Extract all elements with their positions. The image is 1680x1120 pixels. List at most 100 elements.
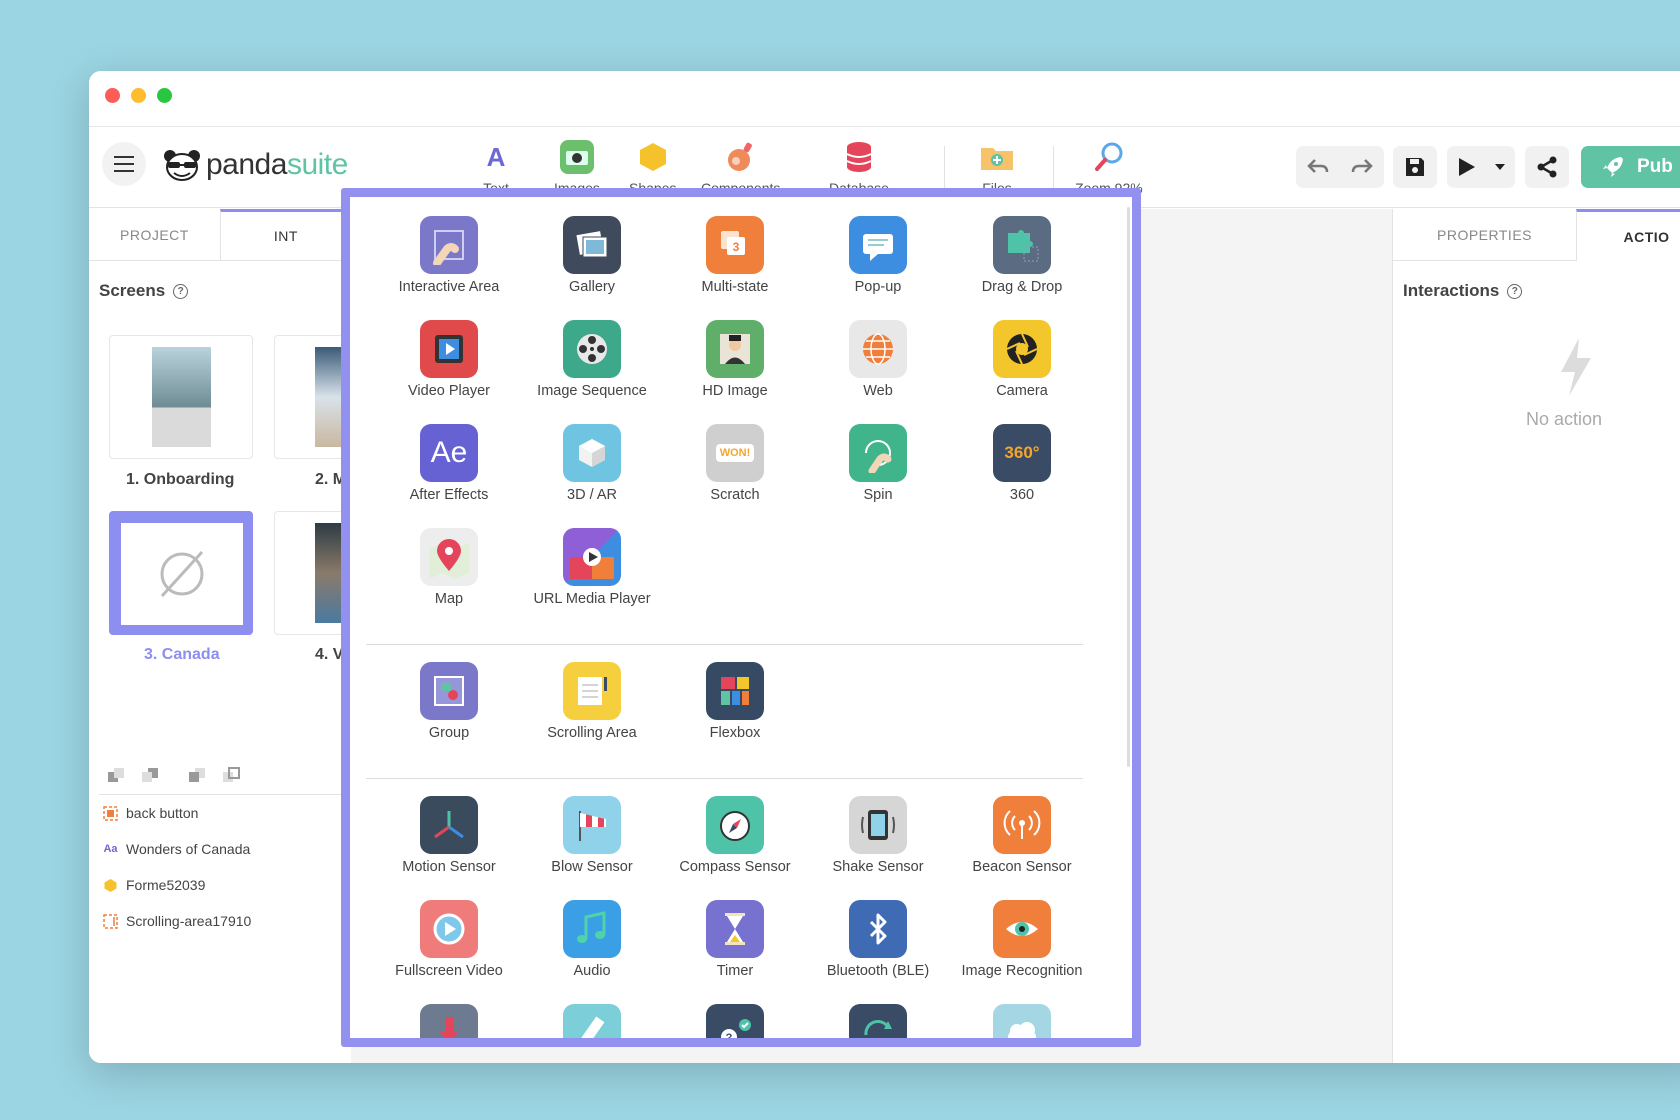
component-360[interactable]: 360° 360 <box>947 424 1097 503</box>
layer-item[interactable]: Scrolling-area17910 <box>103 913 251 929</box>
component-url-media-player[interactable]: URL Media Player <box>517 528 667 607</box>
flexbox-icon <box>706 662 764 720</box>
pencil-icon <box>563 1004 621 1038</box>
save-button[interactable] <box>1393 146 1437 188</box>
bring-forward-icon[interactable] <box>188 767 206 783</box>
bluetooth-icon <box>849 900 907 958</box>
share-button[interactable] <box>1525 146 1569 188</box>
component-drag-and-drop[interactable]: Drag & Drop <box>947 216 1097 295</box>
component-group[interactable]: Group <box>374 662 524 741</box>
component-label: Pop-up <box>854 279 902 295</box>
component-label: Web <box>863 383 893 399</box>
component-scratch[interactable]: WON! Scratch <box>660 424 810 503</box>
minimize-window-button[interactable] <box>131 88 146 103</box>
component-fullscreen-video[interactable]: Fullscreen Video <box>374 900 524 979</box>
components-popup: Interactive Area Gallery 3 Multi-state P… <box>341 188 1141 1047</box>
send-to-back-icon[interactable] <box>107 767 125 783</box>
layer-item[interactable]: Forme52039 <box>103 877 205 893</box>
component-camera[interactable]: Camera <box>947 320 1097 399</box>
component-video-player[interactable]: Video Player <box>374 320 524 399</box>
screen-preview-image <box>152 347 211 447</box>
component-label: 3D / AR <box>567 487 617 503</box>
screen-thumb-onboarding[interactable] <box>109 335 253 459</box>
component-timer[interactable]: Timer <box>660 900 810 979</box>
component-partial-4[interactable] <box>803 1004 953 1038</box>
logo-part-suite: suite <box>286 148 348 181</box>
film-reel-icon <box>563 320 621 378</box>
chevron-down-icon[interactable] <box>1494 163 1506 171</box>
close-window-button[interactable] <box>105 88 120 103</box>
help-icon[interactable]: ? <box>173 283 189 299</box>
layer-item[interactable]: back button <box>103 805 198 821</box>
component-after-effects[interactable]: Ae After Effects <box>374 424 524 503</box>
component-3d-ar[interactable]: 3D / AR <box>517 424 667 503</box>
tab-interactions[interactable]: INT <box>219 209 351 260</box>
tab-project[interactable]: PROJECT <box>89 209 220 260</box>
component-interactive-area[interactable]: Interactive Area <box>374 216 524 295</box>
component-partial-1[interactable] <box>374 1004 524 1038</box>
download-icon <box>420 1004 478 1038</box>
music-note-icon <box>563 900 621 958</box>
menu-line-icon <box>114 163 134 165</box>
interactions-header: Interactions ? <box>1393 261 1532 301</box>
publish-button[interactable]: Pub <box>1581 146 1680 188</box>
menu-button[interactable] <box>102 142 146 186</box>
component-bluetooth[interactable]: Bluetooth (BLE) <box>803 900 953 979</box>
component-hd-image[interactable]: HD Image <box>660 320 810 399</box>
component-label: Map <box>434 591 464 607</box>
scratch-card-text: WON! <box>715 444 755 462</box>
component-motion-sensor[interactable]: Motion Sensor <box>374 796 524 875</box>
text-layer-icon: Aa <box>103 843 118 855</box>
component-audio[interactable]: Audio <box>517 900 667 979</box>
component-blow-sensor[interactable]: Blow Sensor <box>517 796 667 875</box>
component-scrolling-area[interactable]: Scrolling Area <box>517 662 667 741</box>
component-gallery[interactable]: Gallery <box>517 216 667 295</box>
component-label: After Effects <box>409 487 489 503</box>
component-compass-sensor[interactable]: Compass Sensor <box>660 796 810 875</box>
undo-icon[interactable] <box>1307 158 1329 176</box>
popup-scrollbar[interactable] <box>1127 207 1130 767</box>
maximize-window-button[interactable] <box>157 88 172 103</box>
section-divider <box>366 644 1083 645</box>
component-pop-up[interactable]: Pop-up <box>803 216 953 295</box>
component-label: URL Media Player <box>533 591 651 607</box>
interactive-area-icon <box>420 216 478 274</box>
help-icon[interactable]: ? <box>1507 283 1523 299</box>
screen-thumb-canada[interactable] <box>109 511 253 635</box>
spin-icon <box>849 424 907 482</box>
component-map[interactable]: Map <box>374 528 524 607</box>
bring-to-front-icon[interactable] <box>222 767 240 783</box>
component-partial-5[interactable] <box>947 1004 1097 1038</box>
component-label: Gallery <box>569 279 615 295</box>
component-partial-2[interactable] <box>517 1004 667 1038</box>
component-web[interactable]: Web <box>803 320 953 399</box>
component-image-recognition[interactable]: Image Recognition <box>947 900 1097 979</box>
layer-item[interactable]: Aa Wonders of Canada <box>103 841 250 857</box>
component-spin[interactable]: Spin <box>803 424 953 503</box>
no-action-text: No action <box>1526 409 1603 429</box>
component-multi-state[interactable]: 3 Multi-state <box>660 216 810 295</box>
redo-icon[interactable] <box>1351 158 1373 176</box>
screens-title: Screens <box>99 281 166 300</box>
play-icon <box>1459 158 1475 176</box>
map-pin-icon <box>420 528 478 586</box>
component-beacon-sensor[interactable]: Beacon Sensor <box>947 796 1097 875</box>
screen-label: 1. Onboarding <box>126 471 235 488</box>
toolbar-divider <box>944 146 945 190</box>
component-image-sequence[interactable]: Image Sequence <box>517 320 667 399</box>
refresh-icon <box>849 1004 907 1038</box>
component-label: Fullscreen Video <box>395 963 503 979</box>
component-label: Blow Sensor <box>551 859 633 875</box>
component-label: Scratch <box>710 487 760 503</box>
component-label: Group <box>428 725 470 741</box>
component-partial-3[interactable]: ? <box>660 1004 810 1038</box>
preview-button[interactable] <box>1447 146 1515 188</box>
component-flexbox[interactable]: Flexbox <box>660 662 810 741</box>
send-backward-icon[interactable] <box>141 767 159 783</box>
database-icon <box>842 140 876 174</box>
tab-properties[interactable]: PROPERTIES <box>1393 209 1576 261</box>
folder-icon <box>980 140 1014 174</box>
globe-icon <box>849 320 907 378</box>
tab-actions[interactable]: ACTIO <box>1576 209 1680 261</box>
component-shake-sensor[interactable]: Shake Sensor <box>803 796 953 875</box>
